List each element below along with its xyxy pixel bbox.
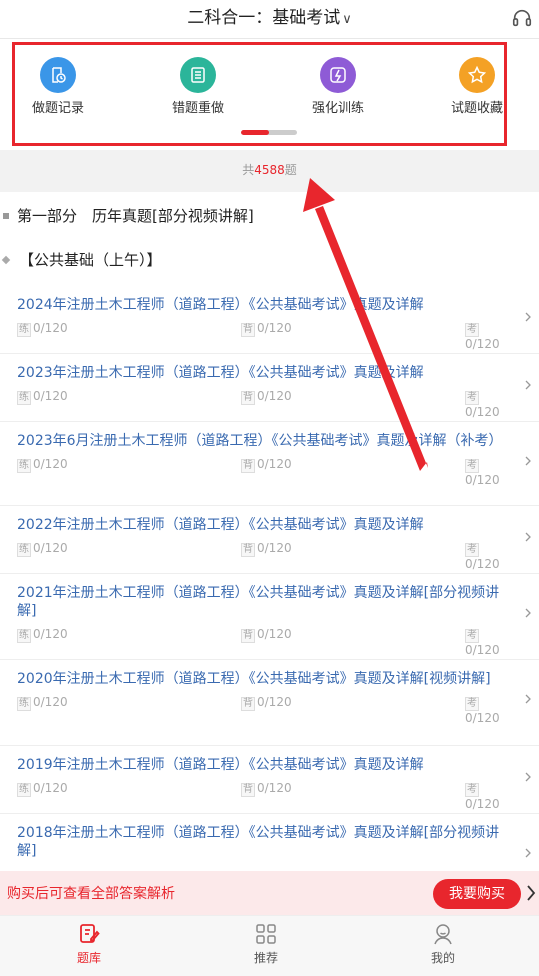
exam-list-item[interactable]: 2019年注册土木工程师（道路工程）《公共基础考试》真题及详解 练 0/120 背… bbox=[0, 746, 539, 814]
exam-progress: 考0/120 bbox=[465, 459, 500, 487]
quick-action-intensive[interactable]: 强化训练 bbox=[288, 57, 388, 117]
exam-tag: 考 bbox=[465, 543, 479, 557]
chevron-right-icon bbox=[525, 312, 531, 322]
practice-progress: 练 0/120 bbox=[17, 627, 68, 643]
chevron-right-icon bbox=[525, 456, 531, 466]
question-count: 共4588题 bbox=[0, 150, 539, 192]
memorize-progress: 背 0/120 bbox=[241, 457, 292, 473]
practice-tag: 练 bbox=[17, 783, 31, 797]
exam-progress: 考0/120 bbox=[465, 629, 500, 657]
chevron-right-icon bbox=[525, 694, 531, 704]
memorize-tag: 背 bbox=[241, 783, 255, 797]
star-icon bbox=[459, 57, 495, 93]
chevron-down-icon: ∨ bbox=[342, 12, 352, 27]
tab-profile[interactable]: 我的 bbox=[403, 922, 483, 966]
quick-action-favorites[interactable]: 试题收藏 bbox=[427, 57, 527, 117]
practice-tag: 练 bbox=[17, 629, 31, 643]
page-indicator bbox=[241, 130, 297, 135]
memorize-tag: 背 bbox=[241, 323, 255, 337]
exam-tag: 考 bbox=[465, 323, 479, 337]
memorize-progress: 背 0/120 bbox=[241, 781, 292, 797]
exam-tag: 考 bbox=[465, 391, 479, 405]
exam-title: 2023年6月注册土木工程师（道路工程）《公共基础考试》真题及详解（补考） bbox=[17, 433, 503, 449]
exam-title: 2024年注册土木工程师（道路工程）《公共基础考试》真题及详解 bbox=[17, 297, 424, 313]
practice-progress: 练 0/120 bbox=[17, 541, 68, 557]
subsection-heading: 【公共基础（上午）】 bbox=[0, 244, 539, 276]
purchase-hint: 购买后可查看全部答案解析 bbox=[7, 886, 175, 902]
memorize-progress: 背 0/120 bbox=[241, 541, 292, 557]
page-title: 二科合一：基础考试 bbox=[187, 8, 341, 28]
memorize-tag: 背 bbox=[241, 543, 255, 557]
exam-progress: 考0/120 bbox=[465, 783, 500, 811]
exam-list-item[interactable]: 2023年6月注册土木工程师（道路工程）《公共基础考试》真题及详解（补考） 练0… bbox=[0, 422, 539, 506]
section-heading: 第一部分 历年真题[部分视频讲解] bbox=[0, 200, 539, 232]
practice-tag: 练 bbox=[17, 391, 31, 405]
memorize-progress: 背 0/120 bbox=[241, 695, 292, 711]
record-icon bbox=[40, 57, 76, 93]
quick-action-wrong-redo[interactable]: 错题重做 bbox=[148, 57, 248, 117]
tab-question-bank[interactable]: 题库 bbox=[49, 922, 129, 966]
wrong-list-icon bbox=[180, 57, 216, 93]
memorize-tag: 背 bbox=[241, 391, 255, 405]
profile-icon bbox=[434, 924, 452, 945]
exam-title: 2023年注册土木工程师（道路工程）《公共基础考试》真题及详解 bbox=[17, 365, 424, 381]
quick-actions-panel: 做题记录 错题重做 强化训练 试题收藏 bbox=[12, 42, 507, 146]
practice-progress: 练 0/120 bbox=[17, 457, 68, 473]
exam-title: 2021年注册土木工程师（道路工程）《公共基础考试》真题及详解[部分视频讲解] bbox=[17, 585, 500, 619]
practice-tag: 练 bbox=[17, 697, 31, 711]
practice-progress: 练 0/120 bbox=[17, 389, 68, 405]
exam-list-item[interactable]: 2023年注册土木工程师（道路工程）《公共基础考试》真题及详解 练 0/120 背… bbox=[0, 354, 539, 422]
top-bar: 二科合一：基础考试 ∨ bbox=[0, 0, 539, 39]
chevron-right-icon bbox=[525, 380, 531, 390]
chevron-right-icon bbox=[527, 885, 536, 901]
exam-selector[interactable]: 二科合一：基础考试 ∨ bbox=[0, 6, 539, 32]
bottom-tab-bar: 题库 推荐 我的 bbox=[0, 915, 539, 976]
diamond-bullet-icon bbox=[1, 255, 11, 264]
memorize-progress: 背 0/120 bbox=[241, 627, 292, 643]
exam-list-item[interactable]: 2021年注册土木工程师（道路工程）《公共基础考试》真题及详解[部分视频讲解] … bbox=[0, 574, 539, 660]
exam-title: 2020年注册土木工程师（道路工程）《公共基础考试》真题及详解[视频讲解] bbox=[17, 671, 491, 687]
exam-progress: 考0/120 bbox=[465, 391, 500, 419]
exam-list-item[interactable]: 2024年注册土木工程师（道路工程）《公共基础考试》真题及详解 练 0/120 背… bbox=[0, 286, 539, 354]
exam-progress: 考0/120 bbox=[465, 543, 500, 571]
exam-title: 2018年注册土木工程师（道路工程）《公共基础考试》真题及详解[部分视频讲解] bbox=[17, 825, 500, 859]
chevron-right-icon bbox=[525, 772, 531, 782]
buy-button[interactable]: 我要购买 bbox=[433, 879, 521, 909]
exam-tag: 考 bbox=[465, 459, 479, 473]
headset-icon[interactable] bbox=[511, 7, 533, 29]
exam-list-item[interactable]: 2020年注册土木工程师（道路工程）《公共基础考试》真题及详解[视频讲解] 练0… bbox=[0, 660, 539, 746]
practice-tag: 练 bbox=[17, 543, 31, 557]
exam-tag: 考 bbox=[465, 697, 479, 711]
exam-tag: 考 bbox=[465, 629, 479, 643]
practice-tag: 练 bbox=[17, 459, 31, 473]
exam-title: 2022年注册土木工程师（道路工程）《公共基础考试》真题及详解 bbox=[17, 517, 424, 533]
page-indicator-active bbox=[241, 130, 269, 135]
practice-progress: 练 0/120 bbox=[17, 321, 68, 337]
lightning-icon bbox=[320, 57, 356, 93]
grid-icon bbox=[256, 924, 276, 944]
exam-tag: 考 bbox=[465, 783, 479, 797]
exam-progress: 考0/120 bbox=[465, 697, 500, 725]
memorize-tag: 背 bbox=[241, 459, 255, 473]
exam-progress: 考0/120 bbox=[465, 323, 500, 351]
purchase-banner[interactable]: 购买后可查看全部答案解析 我要购买 bbox=[0, 871, 539, 915]
exam-list: 2024年注册土木工程师（道路工程）《公共基础考试》真题及详解 练 0/120 背… bbox=[0, 286, 539, 884]
memorize-tag: 背 bbox=[241, 697, 255, 711]
tab-recommend[interactable]: 推荐 bbox=[226, 922, 306, 966]
quick-action-record[interactable]: 做题记录 bbox=[8, 57, 108, 117]
practice-tag: 练 bbox=[17, 323, 31, 337]
question-count-number: 4588 bbox=[254, 163, 285, 177]
memorize-tag: 背 bbox=[241, 629, 255, 643]
chevron-right-icon bbox=[525, 848, 531, 858]
practice-progress: 练 0/120 bbox=[17, 695, 68, 711]
practice-progress: 练 0/120 bbox=[17, 781, 68, 797]
chevron-right-icon bbox=[525, 532, 531, 542]
memorize-progress: 背 0/120 bbox=[241, 321, 292, 337]
question-bank-icon bbox=[80, 924, 100, 943]
chevron-right-icon bbox=[525, 608, 531, 618]
square-bullet-icon bbox=[3, 212, 9, 219]
exam-list-item[interactable]: 2022年注册土木工程师（道路工程）《公共基础考试》真题及详解 练 0/120 背… bbox=[0, 506, 539, 574]
memorize-progress: 背 0/120 bbox=[241, 389, 292, 405]
exam-title: 2019年注册土木工程师（道路工程）《公共基础考试》真题及详解 bbox=[17, 757, 424, 773]
